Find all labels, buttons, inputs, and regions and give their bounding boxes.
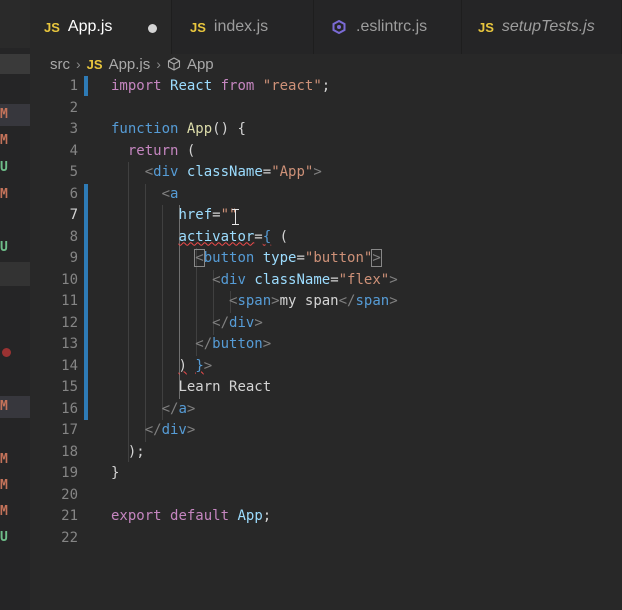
line-number: 18 — [61, 443, 78, 460]
editor-tab-bar: JS App.js JS index.js .eslintrc.js JS se… — [30, 0, 622, 54]
line-number: 4 — [69, 142, 78, 159]
line-number: 21 — [61, 508, 78, 524]
git-modified-badge: M — [0, 504, 8, 519]
sidebar-folder-row[interactable] — [0, 262, 30, 286]
line-number: 19 — [61, 465, 78, 481]
line-number: 1 — [69, 78, 78, 94]
js-file-icon: JS — [44, 19, 60, 35]
sidebar-top — [0, 0, 30, 48]
chevron-right-icon: › — [76, 56, 81, 72]
sidebar-row-selected[interactable] — [0, 54, 30, 74]
tab-eslintrc-js[interactable]: .eslintrc.js — [314, 0, 462, 54]
gutter-modified-bar — [84, 184, 88, 420]
line-number: 9 — [69, 250, 78, 266]
tab-label: setupTests.js — [501, 18, 595, 35]
line-number: 16 — [61, 400, 78, 417]
breadcrumb-symbol[interactable]: App — [187, 56, 214, 73]
tab-label: index.js — [213, 18, 269, 35]
sidebar-file-row[interactable]: U — [0, 527, 30, 549]
line-number: 20 — [61, 486, 78, 503]
git-modified-badge: M — [0, 452, 8, 467]
sidebar-file-row[interactable]: M — [0, 449, 30, 471]
js-file-icon: JS — [190, 19, 206, 35]
sidebar-file-row[interactable]: M — [0, 184, 30, 206]
sidebar-file-row[interactable]: M — [0, 475, 30, 497]
git-modified-badge: M — [0, 133, 8, 148]
breadcrumb: src › JS App.js › App — [50, 54, 214, 74]
js-file-icon: JS — [86, 56, 103, 72]
line-number: 8 — [69, 228, 78, 245]
git-modified-badge: M — [0, 478, 8, 493]
code-editor[interactable]: 1 import React from "react"; 2 3 function … — [30, 76, 622, 610]
git-untracked-badge: U — [0, 160, 8, 175]
git-modified-badge: M — [0, 399, 8, 414]
tab-label: .eslintrc.js — [356, 18, 428, 35]
line-number: 3 — [69, 121, 78, 137]
sidebar-file-row[interactable]: U — [0, 157, 30, 179]
line-number: 12 — [61, 314, 78, 331]
line-number: 10 — [61, 271, 78, 288]
gutter-modified-bar — [84, 76, 88, 96]
breadcrumb-folder[interactable]: src — [50, 56, 70, 73]
line-number: 5 — [69, 164, 78, 180]
line-number: 22 — [61, 529, 78, 546]
explorer-sidebar: M M U M U M M M M U — [0, 0, 30, 610]
git-untracked-badge: U — [0, 530, 8, 545]
tab-app-js[interactable]: JS App.js — [30, 0, 172, 54]
tab-label: App.js — [67, 18, 113, 35]
sidebar-file-row[interactable]: M — [0, 396, 30, 418]
text-cursor-icon — [232, 209, 239, 225]
line-number: 2 — [69, 99, 78, 116]
cube-symbol-icon — [167, 57, 181, 71]
breadcrumb-file[interactable]: App.js — [109, 56, 151, 73]
line-number: 7 — [69, 207, 78, 223]
sidebar-file-row[interactable]: M — [0, 501, 30, 523]
line-number: 15 — [61, 379, 78, 395]
eslint-icon — [332, 20, 346, 34]
line-number: 14 — [61, 357, 78, 374]
sidebar-file-row[interactable]: M — [0, 130, 30, 152]
line-number: 17 — [61, 422, 78, 438]
line-number: 6 — [69, 185, 78, 202]
git-untracked-badge: U — [0, 240, 8, 255]
sidebar-file-row[interactable]: M — [0, 104, 30, 126]
chevron-right-icon: › — [156, 56, 161, 72]
js-file-icon: JS — [478, 19, 494, 35]
line-number: 13 — [61, 336, 78, 352]
tab-index-js[interactable]: JS index.js — [172, 0, 314, 54]
sidebar-file-row[interactable]: U — [0, 237, 30, 259]
git-modified-badge: M — [0, 187, 8, 202]
git-modified-badge: M — [0, 107, 8, 122]
tab-setuptests-js[interactable]: JS setupTests.js — [462, 0, 622, 54]
error-dot-icon — [2, 348, 11, 357]
unsaved-dot-icon[interactable] — [148, 24, 157, 33]
line-number: 11 — [61, 293, 78, 309]
